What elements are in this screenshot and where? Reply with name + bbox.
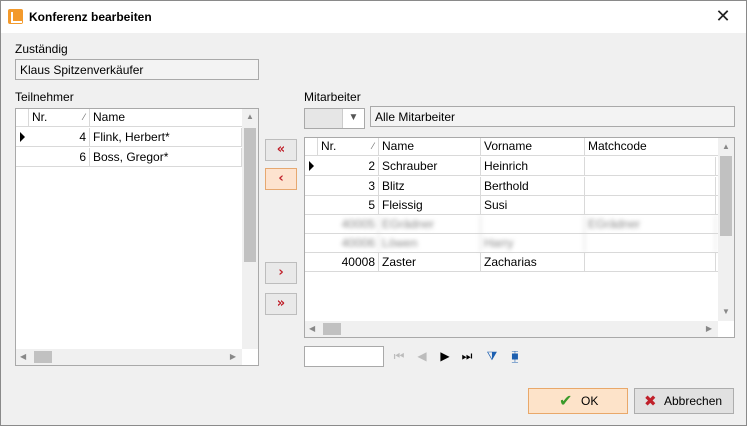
filter-icon[interactable]: ⧩ [484, 348, 500, 364]
add-one-button[interactable]: ‹ [265, 168, 297, 190]
table-row[interactable]: 40006 Löwen Harry [305, 234, 734, 253]
teilnehmer-grid[interactable]: Nr. ⁄ Name 4 Flink, Herbert* 6 Boss, Gre… [15, 108, 259, 366]
sort-icon: ⁄ [83, 112, 85, 122]
row-indicator-icon [20, 132, 25, 142]
mitarbeiter-filter-field: Alle Mitarbeiter [370, 106, 735, 127]
col-header-nr[interactable]: Nr. ⁄ [318, 138, 379, 156]
chevron-down-icon: ▼ [342, 109, 364, 128]
cancel-x-icon: ✖ [644, 392, 657, 410]
col-header-vorname[interactable]: Vorname [481, 138, 585, 156]
nav-last-icon[interactable]: ⏭ [459, 348, 475, 364]
table-row[interactable]: 40005 EGrädner EGrädner [305, 215, 734, 234]
mitarbeiter-grid[interactable]: Nr. ⁄ Name Vorname Matchcode 2 Schrauber… [304, 137, 735, 338]
nav-prev-icon[interactable]: ◀ [414, 348, 430, 364]
mitarbeiter-label: Mitarbeiter [304, 90, 361, 104]
col-header-name[interactable]: Name [90, 109, 242, 127]
filter-clear-icon[interactable]: ⧯ [507, 348, 523, 364]
right-arrow-icon: › [278, 265, 284, 280]
scroll-thumb[interactable] [34, 351, 52, 363]
title-bar: Konferenz bearbeiten ✕ [1, 1, 746, 33]
remove-one-button[interactable]: › [265, 262, 297, 284]
add-all-button[interactable]: « [265, 139, 297, 161]
double-right-arrow-icon: » [276, 296, 286, 311]
scroll-thumb[interactable] [720, 156, 732, 236]
ok-button[interactable]: ✔ OK [528, 388, 628, 414]
col-header-matchcode[interactable]: Matchcode [585, 138, 716, 156]
row-indicator-icon [309, 161, 314, 171]
table-row[interactable]: 6 Boss, Gregor* [16, 148, 258, 167]
teilnehmer-label: Teilnehmer [15, 90, 74, 104]
col-header-name[interactable]: Name [379, 138, 481, 156]
mitarbeiter-filter-dropdown[interactable]: ▼ [304, 108, 365, 129]
dialog-window: Konferenz bearbeiten ✕ Zuständig Klaus S… [0, 0, 747, 426]
zustaendig-label: Zuständig [15, 42, 68, 56]
cancel-button[interactable]: ✖ Abbrechen [634, 388, 734, 414]
left-arrow-icon: ‹ [278, 171, 284, 186]
remove-all-button[interactable]: » [265, 293, 297, 315]
table-row[interactable]: 2 Schrauber Heinrich [305, 157, 734, 176]
table-row[interactable]: 3 Blitz Berthold [305, 177, 734, 196]
mitarbeiter-grid-header: Nr. ⁄ Name Vorname Matchcode [305, 138, 734, 156]
checkmark-icon: ✔ [559, 391, 573, 410]
teilnehmer-hscrollbar[interactable]: ◀ ▶ [16, 349, 242, 365]
teilnehmer-grid-header: Nr. ⁄ Name [16, 109, 258, 127]
zustaendig-field: Klaus Spitzenverkäufer [15, 59, 259, 80]
col-header-nr[interactable]: Nr. ⁄ [29, 109, 90, 127]
close-icon: ✕ [715, 6, 731, 27]
double-left-arrow-icon: « [276, 142, 286, 157]
sort-icon: ⁄ [372, 141, 374, 151]
window-title: Konferenz bearbeiten [29, 10, 152, 24]
teilnehmer-vscrollbar[interactable]: ▲ [242, 109, 258, 349]
mitarbeiter-hscrollbar[interactable]: ◀ ▶ [305, 321, 718, 337]
close-button[interactable]: ✕ [700, 1, 746, 33]
table-row[interactable]: 40008 Zaster Zacharias [305, 253, 734, 272]
nav-first-icon[interactable]: ⏮ [391, 348, 407, 364]
table-row[interactable]: 4 Flink, Herbert* [16, 128, 258, 147]
scroll-thumb[interactable] [323, 323, 341, 335]
mitarbeiter-vscrollbar[interactable]: ▲ ▼ [718, 138, 734, 321]
scroll-thumb[interactable] [244, 128, 256, 262]
table-row[interactable]: 5 Fleissig Susi [305, 196, 734, 215]
app-icon [8, 9, 23, 24]
nav-next-icon[interactable]: ▶ [437, 348, 453, 364]
navigator-input[interactable] [304, 346, 384, 367]
